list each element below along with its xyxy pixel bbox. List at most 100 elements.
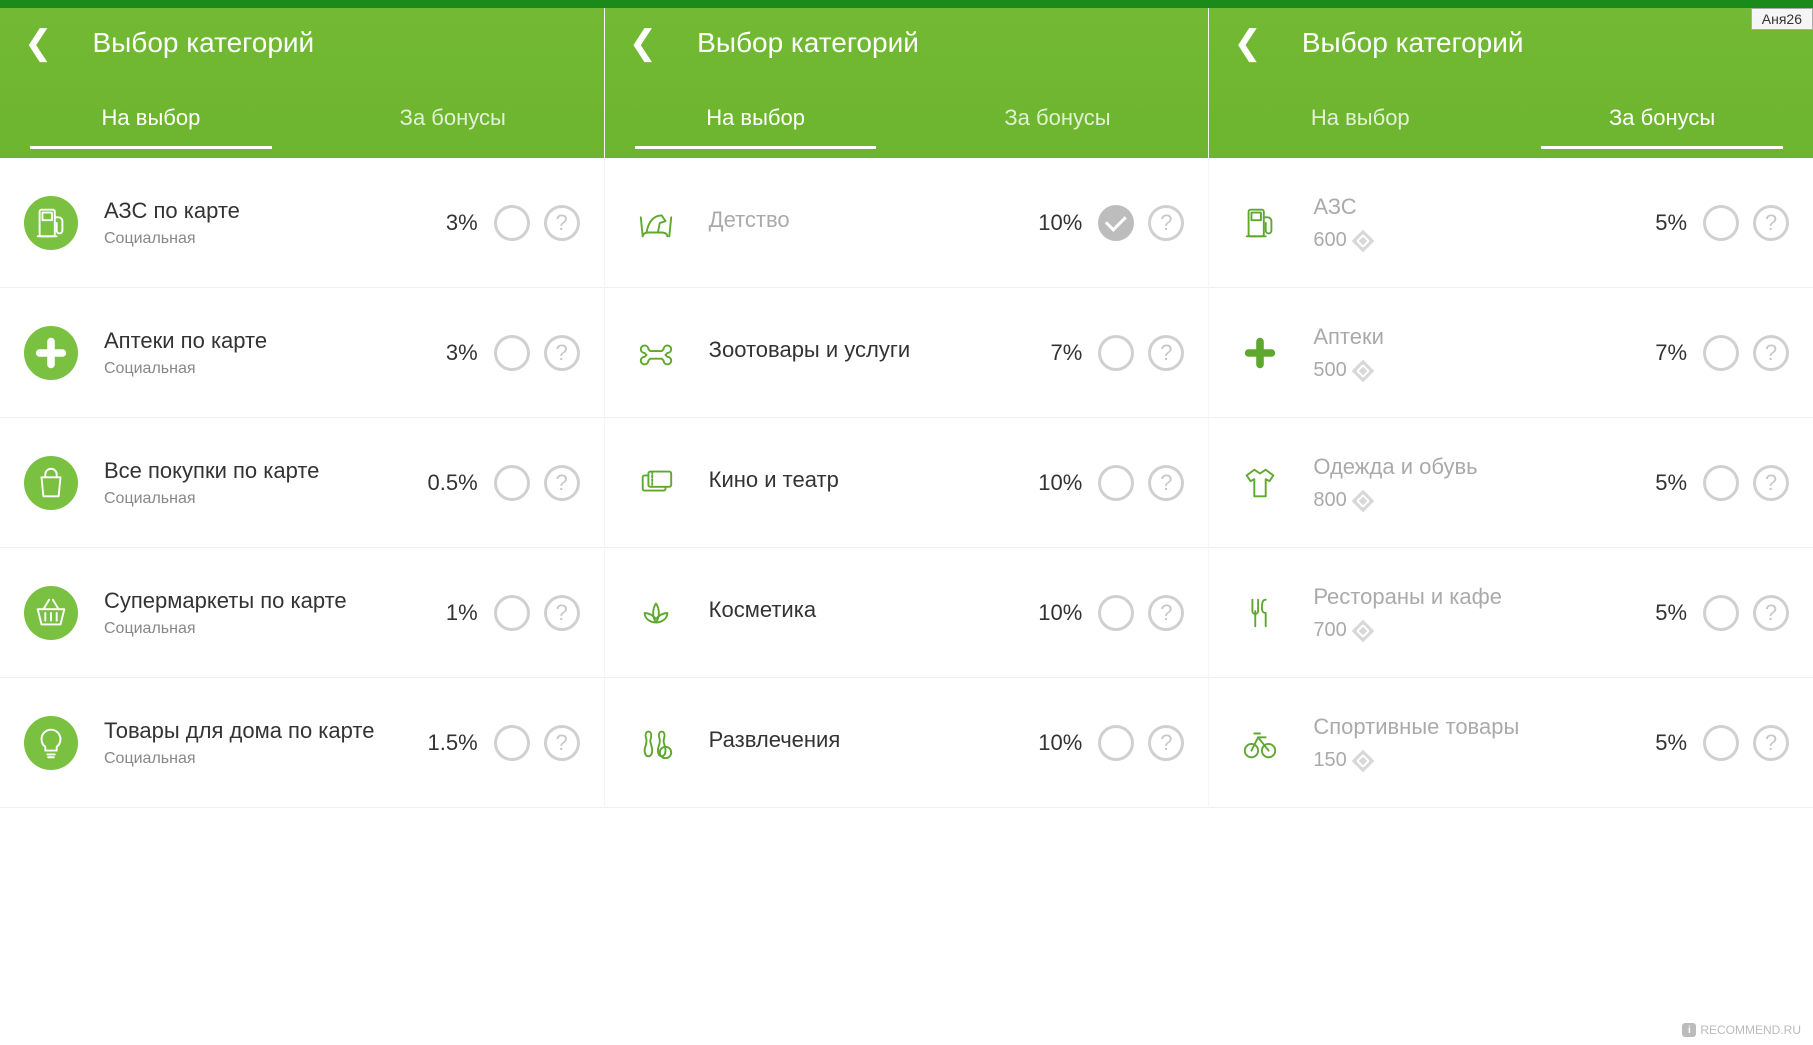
select-radio[interactable] [1703, 465, 1739, 501]
category-item[interactable]: Аптеки 500 7% ? [1209, 288, 1813, 418]
tab-choice[interactable]: На выбор [1209, 87, 1511, 149]
back-button[interactable]: ❮ [24, 23, 73, 63]
help-button[interactable]: ? [1753, 725, 1789, 761]
item-subtitle: Социальная [104, 360, 428, 378]
watermark: i RECOMMEND.RU [1676, 1021, 1807, 1039]
help-button[interactable]: ? [544, 335, 580, 371]
select-radio[interactable] [1098, 595, 1134, 631]
item-price: 800 [1313, 489, 1637, 512]
tabs: На выбор За бонусы [605, 78, 1209, 158]
panel-header: ❮ Выбор категорий На выбор За бонусы [1209, 8, 1813, 158]
select-radio[interactable] [1703, 335, 1739, 371]
select-radio[interactable] [494, 725, 530, 761]
bone-icon [629, 326, 683, 380]
bag-icon [24, 456, 78, 510]
item-title: Кино и театр [709, 466, 1033, 495]
category-item[interactable]: Товары для дома по карте Социальная 1.5%… [0, 678, 604, 808]
select-radio[interactable] [1098, 465, 1134, 501]
help-button[interactable]: ? [544, 595, 580, 631]
category-item[interactable]: Косметика 10% ? [605, 548, 1209, 678]
category-item[interactable]: Кино и театр 10% ? [605, 418, 1209, 548]
category-item[interactable]: АЗС 600 5% ? [1209, 158, 1813, 288]
tab-bonus[interactable]: За бонусы [1511, 87, 1813, 149]
select-radio[interactable] [1703, 725, 1739, 761]
category-item[interactable]: Спортивные товары 150 5% ? [1209, 678, 1813, 808]
help-button[interactable]: ? [1753, 335, 1789, 371]
bonus-diamond-icon [1351, 489, 1374, 512]
help-button[interactable]: ? [1753, 205, 1789, 241]
category-item[interactable]: Зоотовары и услуги 7% ? [605, 288, 1209, 418]
select-radio[interactable] [494, 465, 530, 501]
item-text: Рестораны и кафе 700 [1313, 583, 1637, 643]
item-percent: 7% [1032, 340, 1082, 366]
panel: ❮ Выбор категорий На выбор За бонусы АЗС… [0, 8, 604, 808]
category-list: АЗС 600 5% ? Аптеки 500 7% ? Одежда и об… [1209, 158, 1813, 808]
header-title: Выбор категорий [1282, 27, 1789, 59]
item-subtitle: Социальная [104, 230, 428, 248]
help-button[interactable]: ? [544, 205, 580, 241]
status-bar [0, 0, 1813, 8]
item-text: Одежда и обувь 800 [1313, 453, 1637, 513]
item-percent: 10% [1032, 470, 1082, 496]
select-radio[interactable] [494, 205, 530, 241]
item-percent: 3% [428, 210, 478, 236]
select-radio[interactable] [1098, 335, 1134, 371]
item-price: 500 [1313, 359, 1637, 382]
category-list: АЗС по карте Социальная 3% ? Аптеки по к… [0, 158, 604, 808]
select-radio[interactable] [1703, 205, 1739, 241]
item-percent: 5% [1637, 210, 1687, 236]
item-subtitle: Социальная [104, 620, 428, 638]
item-title: Косметика [709, 596, 1033, 625]
select-radio[interactable] [494, 335, 530, 371]
back-button[interactable]: ❮ [629, 23, 678, 63]
category-item[interactable]: Рестораны и кафе 700 5% ? [1209, 548, 1813, 678]
select-radio[interactable] [494, 595, 530, 631]
category-item[interactable]: Детство 10% ? [605, 158, 1209, 288]
help-button[interactable]: ? [1148, 205, 1184, 241]
item-title: Товары для дома по карте [104, 717, 428, 746]
item-percent: 5% [1637, 730, 1687, 756]
item-title: Спортивные товары [1313, 713, 1637, 742]
category-item[interactable]: Развлечения 10% ? [605, 678, 1209, 808]
help-button[interactable]: ? [544, 725, 580, 761]
pharmacy-icon [24, 326, 78, 380]
help-button[interactable]: ? [1148, 595, 1184, 631]
help-button[interactable]: ? [1753, 595, 1789, 631]
category-item[interactable]: Аптеки по карте Социальная 3% ? [0, 288, 604, 418]
item-text: АЗС по карте Социальная [104, 197, 428, 248]
item-percent: 5% [1637, 600, 1687, 626]
tickets-icon [629, 456, 683, 510]
back-button[interactable]: ❮ [1233, 23, 1282, 63]
username-tag: Аня26 [1751, 8, 1813, 30]
panel: ❮ Выбор категорий На выбор За бонусы Дет… [604, 8, 1209, 808]
category-item[interactable]: Одежда и обувь 800 5% ? [1209, 418, 1813, 548]
category-item[interactable]: Все покупки по карте Социальная 0.5% ? [0, 418, 604, 548]
item-percent: 5% [1637, 470, 1687, 496]
panel: ❮ Выбор категорий На выбор За бонусы АЗС… [1208, 8, 1813, 808]
help-button[interactable]: ? [544, 465, 580, 501]
item-price: 700 [1313, 619, 1637, 642]
panel-header: ❮ Выбор категорий На выбор За бонусы [605, 8, 1209, 158]
help-button[interactable]: ? [1148, 465, 1184, 501]
category-item[interactable]: АЗС по карте Социальная 3% ? [0, 158, 604, 288]
select-radio[interactable] [1098, 725, 1134, 761]
item-title: Аптеки [1313, 323, 1637, 352]
lamp-icon [24, 716, 78, 770]
shirt-icon [1233, 456, 1287, 510]
item-percent: 3% [428, 340, 478, 366]
category-item[interactable]: Супермаркеты по карте Социальная 1% ? [0, 548, 604, 678]
select-radio[interactable] [1703, 595, 1739, 631]
item-text: Спортивные товары 150 [1313, 713, 1637, 773]
tab-choice[interactable]: На выбор [0, 87, 302, 149]
help-button[interactable]: ? [1148, 335, 1184, 371]
panels-container: ❮ Выбор категорий На выбор За бонусы АЗС… [0, 8, 1813, 808]
item-percent: 7% [1637, 340, 1687, 366]
tab-bonus[interactable]: За бонусы [302, 87, 604, 149]
tab-bonus[interactable]: За бонусы [907, 87, 1209, 149]
select-radio[interactable] [1098, 205, 1134, 241]
basket-icon [24, 586, 78, 640]
header-title: Выбор категорий [73, 27, 580, 59]
help-button[interactable]: ? [1753, 465, 1789, 501]
tab-choice[interactable]: На выбор [605, 87, 907, 149]
help-button[interactable]: ? [1148, 725, 1184, 761]
